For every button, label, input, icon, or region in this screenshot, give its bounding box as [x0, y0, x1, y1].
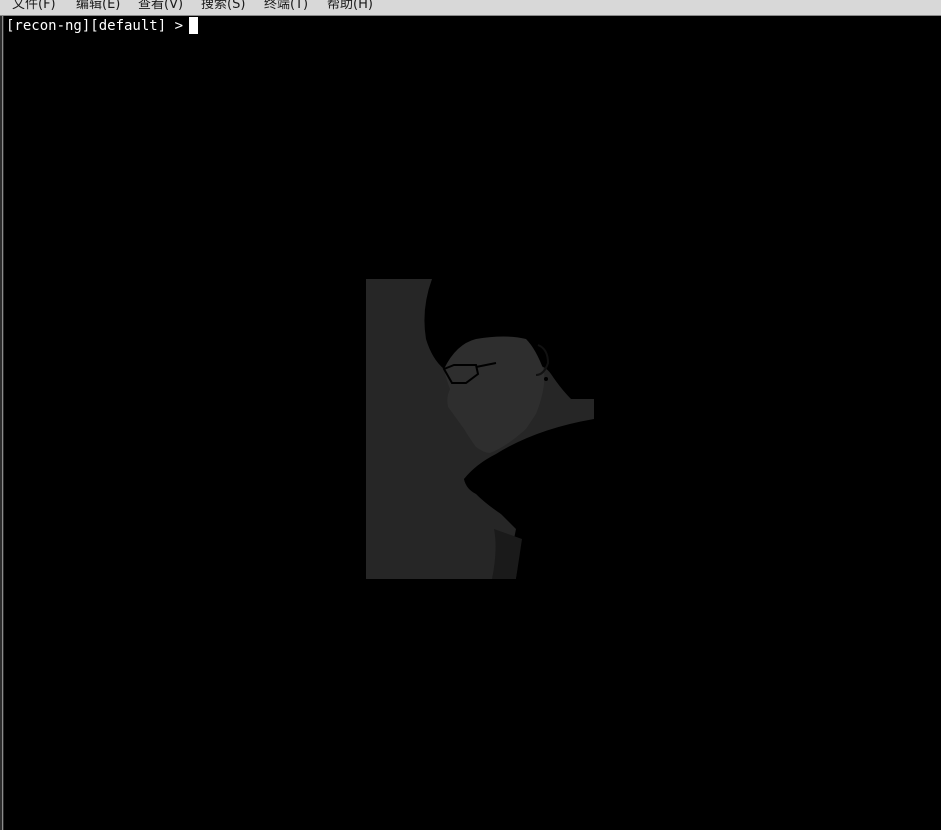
menu-help[interactable]: 帮助(H)	[327, 0, 373, 13]
text-cursor	[189, 17, 199, 34]
menu-file[interactable]: 文件(F)	[12, 0, 56, 13]
background-image	[366, 279, 594, 579]
window-left-border-highlight	[2, 16, 3, 830]
menu-search[interactable]: 搜索(S)	[201, 0, 245, 13]
terminal-window: 文件(F) 编辑(E) 查看(V) 搜索(S) 终端(T) 帮助(H) [rec…	[0, 0, 941, 830]
terminal-prompt[interactable]: [recon-ng][default] >	[6, 17, 199, 35]
menu-terminal[interactable]: 终端(T)	[264, 0, 308, 13]
terminal-area[interactable]: [recon-ng][default] >	[4, 16, 941, 830]
prompt-text: [recon-ng][default] >	[6, 18, 184, 34]
menu-bar: 文件(F) 编辑(E) 查看(V) 搜索(S) 终端(T) 帮助(H)	[0, 0, 941, 16]
menu-view[interactable]: 查看(V)	[138, 0, 183, 13]
menu-edit[interactable]: 编辑(E)	[76, 0, 120, 13]
